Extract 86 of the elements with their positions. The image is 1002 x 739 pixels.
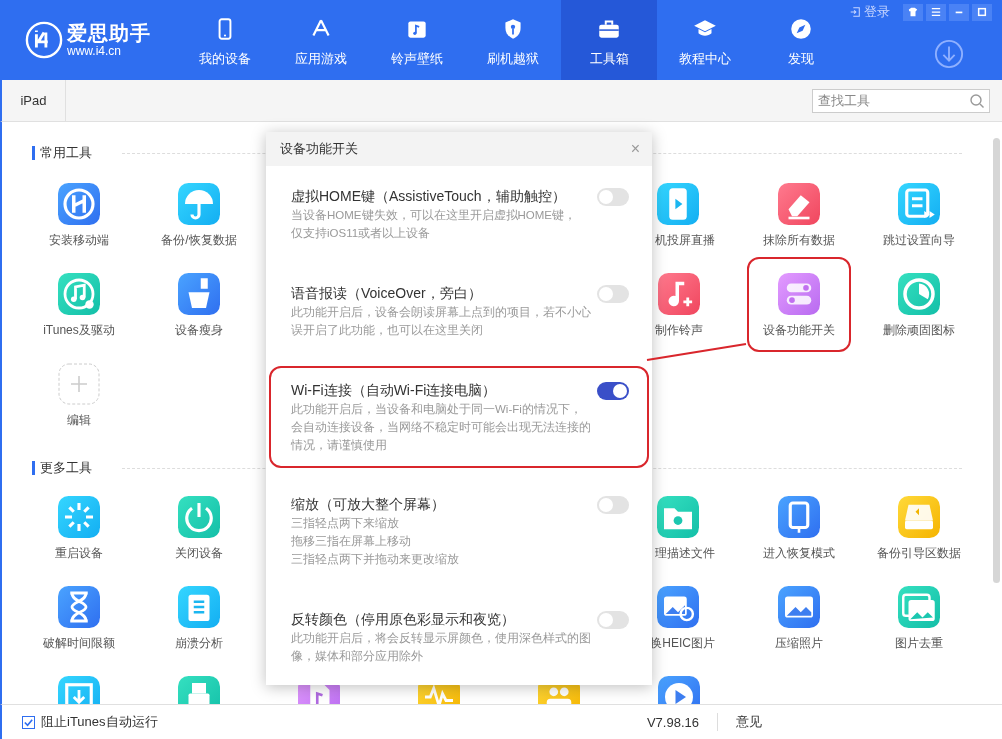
setting-description: 此功能开启后，将会反转显示屏颜色，使用深色样式的图 像，媒体和部分应用除外 (291, 631, 592, 664)
section-title: 常用工具 (40, 144, 92, 162)
setting-title: Wi-Fi连接（自动Wi-Fi连接电脑） (291, 381, 498, 400)
menu-button[interactable] (926, 3, 946, 21)
toggle-switch[interactable] (597, 496, 629, 514)
photo-sync-icon (657, 586, 699, 628)
toggles-icon (778, 273, 820, 315)
setting-title: 反转颜色（停用原色彩显示和夜览） (291, 610, 516, 629)
tool-button[interactable]: 重启设备 (55, 496, 103, 561)
tool-button[interactable]: 设备功能开关 (747, 257, 851, 352)
clipboard-icon (178, 586, 220, 628)
tool-button[interactable]: 进入恢复模式 (763, 496, 835, 561)
download-icon[interactable] (934, 39, 964, 69)
nav-tab[interactable]: 工具箱 (561, 0, 657, 80)
setting-description: 当设备HOME键失效，可以在这里开启虚拟HOME键， 仅支持iOS11或者以上设备 (291, 208, 577, 241)
section-title: 更多工具 (40, 459, 92, 477)
logo-text: 爱思助手 (67, 22, 151, 44)
nav-tab[interactable]: 应用游戏 (273, 0, 369, 80)
checkbox[interactable] (22, 715, 35, 729)
section-marker (32, 146, 35, 160)
drive-icon (898, 496, 940, 538)
photos-icon (898, 586, 940, 628)
minimize-button[interactable] (949, 3, 969, 21)
search-icon (969, 92, 985, 109)
feedback-link[interactable]: 意见 (736, 713, 762, 731)
photo-icon (778, 586, 820, 628)
tool-button[interactable]: 备份引导区数据 (877, 496, 961, 561)
nav-tab[interactable]: 铃声壁纸 (369, 0, 465, 80)
checkbox-label: 阻止iTunes自动运行 (41, 713, 158, 731)
toggle-switch[interactable] (597, 285, 629, 303)
toggle-switch[interactable] (597, 188, 629, 206)
power-icon (178, 496, 220, 538)
nav-tab[interactable]: 我的设备 (177, 0, 273, 80)
burst-icon (58, 496, 100, 538)
document-sliders-icon (898, 183, 940, 225)
logo-url: www.i4.cn (67, 44, 123, 58)
section-marker (32, 461, 35, 475)
setting-title: 缩放（可放大整个屏幕） (291, 495, 446, 514)
setting-title: 虚拟HOME键（AssistiveTouch，辅助触控） (291, 187, 567, 206)
tool-button[interactable]: iTunes及驱动 (43, 273, 115, 338)
folder-gear-icon (657, 496, 699, 538)
tool-button[interactable]: 崩溃分析 (175, 586, 223, 651)
eraser-icon (778, 183, 820, 225)
hourglass-icon (58, 586, 100, 628)
dialog-title: 设备功能开关 (280, 140, 358, 158)
menu-icon (931, 7, 941, 17)
clock-icon (898, 273, 940, 315)
toggle-switch[interactable] (597, 611, 629, 629)
phone-play-icon (657, 183, 699, 225)
music-note-icon (658, 273, 700, 315)
maximize-button[interactable] (972, 3, 992, 21)
brush-icon (178, 273, 220, 315)
h-logo-icon (58, 183, 100, 225)
tool-button[interactable]: 关闭设备 (175, 496, 223, 561)
maximize-icon (977, 7, 987, 17)
tool-button[interactable]: 压缩照片 (775, 586, 823, 651)
tool-button[interactable]: 制作铃声 (655, 273, 703, 338)
nav-tab[interactable]: 发现 (753, 0, 849, 80)
edit-button[interactable]: 编辑 (58, 363, 100, 428)
tool-button[interactable]: 备份/恢复数据 (161, 183, 237, 248)
toggle-switch[interactable] (597, 382, 629, 400)
setting-description: 此功能开启后，设备会朗读屏幕上点到的项目，若不小心 误开启了此功能，也可以在这里关闭 (291, 305, 592, 338)
tool-button[interactable]: 设备瘦身 (175, 273, 223, 338)
shirt-icon (908, 7, 918, 17)
i4-logo-icon (25, 21, 63, 59)
tool-button[interactable]: 安装移动端 (49, 183, 109, 248)
tablet-icon (778, 496, 820, 538)
compass-icon (788, 16, 814, 42)
plus-icon (58, 363, 100, 405)
tool-button[interactable]: 抹除所有数据 (763, 183, 835, 248)
scrollbar-thumb[interactable] (993, 138, 1000, 583)
tool-button[interactable]: 图片去重 (895, 586, 943, 651)
setting-description: 三指轻点两下来缩放 拖移三指在屏幕上移动 三指轻点两下并拖动来更改缩放 (291, 516, 460, 567)
version-text: V7.98.16 (646, 714, 699, 730)
nav-tab[interactable]: 教程中心 (657, 0, 753, 80)
nav-tab[interactable]: 刷机越狱 (465, 0, 561, 80)
tool-button[interactable]: 破解时间限额 (43, 586, 115, 651)
search-field[interactable]: 查找工具 (812, 88, 990, 113)
umbrella-icon (178, 183, 220, 225)
tool-button[interactable]: 跳过设置向导 (883, 183, 955, 248)
login-icon (849, 6, 861, 18)
tool-button[interactable]: 删除顽固图标 (883, 273, 955, 338)
music-gear-icon (58, 273, 100, 315)
skin-button[interactable] (903, 3, 923, 21)
setting-title: 语音报读（VoiceOver，旁白） (291, 284, 483, 303)
setting-description: 此功能开启后，当设备和电脑处于同一Wi-Fi的情况下， 会自动连接设备，当网络不稳定时可能会出现无法连接的 情况，请谨慎使用 (291, 402, 592, 453)
